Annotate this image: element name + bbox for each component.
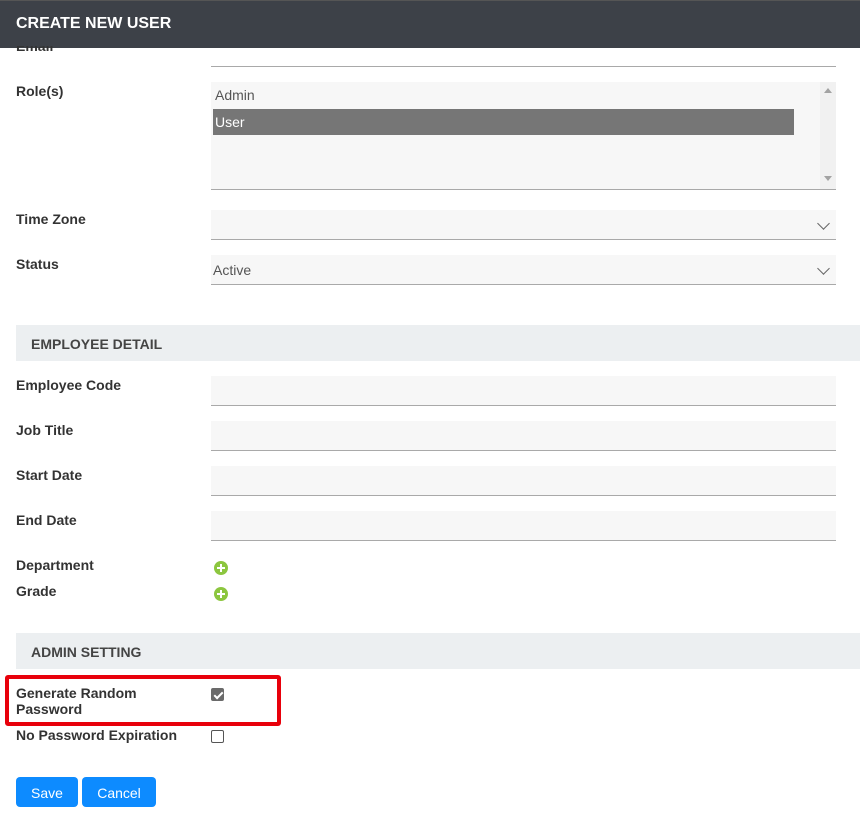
employee-code-label: Employee Code [16, 377, 122, 393]
email-label-clipped: Email [16, 46, 76, 54]
add-department-icon[interactable] [214, 561, 228, 575]
cancel-button[interactable]: Cancel [82, 777, 156, 807]
start-date-label: Start Date [16, 467, 83, 483]
scroll-down-icon[interactable] [824, 176, 832, 181]
time-zone-label: Time Zone [16, 211, 86, 227]
job-title-label: Job Title [16, 422, 74, 438]
roles-listbox[interactable]: Admin User [211, 82, 836, 190]
status-label: Status [16, 256, 59, 272]
email-field[interactable] [211, 48, 836, 67]
admin-setting-section-header: ADMIN SETTING [16, 633, 860, 669]
time-zone-select[interactable] [211, 210, 836, 240]
save-button[interactable]: Save [16, 777, 78, 807]
department-label: Department [16, 557, 94, 573]
role-option-user[interactable]: User [213, 109, 794, 135]
status-value: Active [213, 262, 252, 278]
chevron-down-icon [817, 262, 830, 275]
grade-label: Grade [16, 583, 57, 599]
job-title-input[interactable] [211, 421, 836, 451]
end-date-label: End Date [16, 512, 77, 528]
scroll-up-icon[interactable] [824, 88, 832, 93]
chevron-down-icon [817, 217, 830, 230]
role-option-admin[interactable]: Admin [213, 82, 794, 108]
employee-code-input[interactable] [211, 376, 836, 406]
employee-detail-section-header: EMPLOYEE DETAIL [16, 325, 860, 361]
status-select[interactable]: Active [211, 255, 836, 285]
highlight-box [5, 675, 281, 726]
dialog-header: CREATE NEW USER [0, 0, 860, 48]
admin-setting-title: ADMIN SETTING [31, 644, 142, 660]
dialog-title: CREATE NEW USER [16, 15, 172, 32]
add-grade-icon[interactable] [214, 587, 228, 601]
end-date-input[interactable] [211, 511, 836, 541]
no-password-expiration-checkbox[interactable] [211, 730, 224, 743]
start-date-input[interactable] [211, 466, 836, 496]
employee-detail-title: EMPLOYEE DETAIL [31, 336, 163, 352]
email-label: Email [16, 46, 54, 54]
roles-label: Role(s) [16, 83, 64, 99]
roles-scrollbar[interactable] [820, 82, 836, 189]
no-password-expiration-label: No Password Expiration [16, 727, 178, 743]
